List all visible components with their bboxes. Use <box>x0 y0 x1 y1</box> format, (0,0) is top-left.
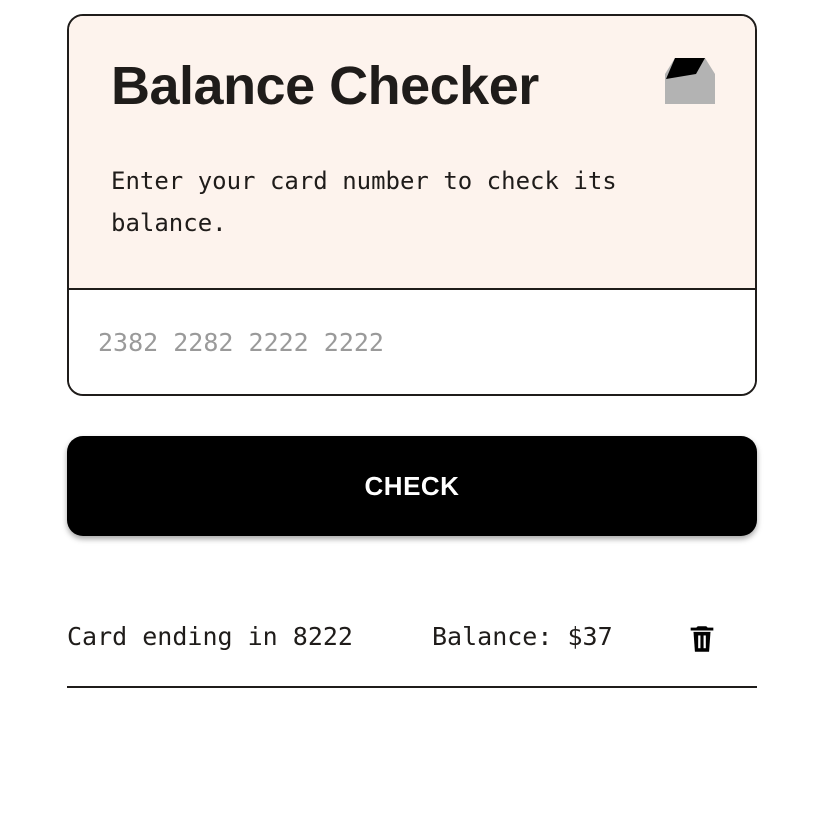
card-number-input[interactable] <box>69 290 755 394</box>
trash-icon <box>690 626 714 652</box>
page-title: Balance Checker <box>111 56 539 116</box>
card-header: Balance Checker Enter your card number t… <box>69 16 755 290</box>
check-button[interactable]: CHECK <box>67 436 757 536</box>
list-item: Card ending in 8222 Balance: $37 <box>67 600 757 688</box>
balance-text: Balance: $37 <box>432 622 613 651</box>
gift-card-icon <box>665 58 715 104</box>
card-description: Enter your card number to check its bala… <box>111 167 617 237</box>
delete-button[interactable] <box>685 622 719 656</box>
balance-checker-card: Balance Checker Enter your card number t… <box>67 14 757 396</box>
card-ending-text: Card ending in 8222 <box>67 622 353 651</box>
